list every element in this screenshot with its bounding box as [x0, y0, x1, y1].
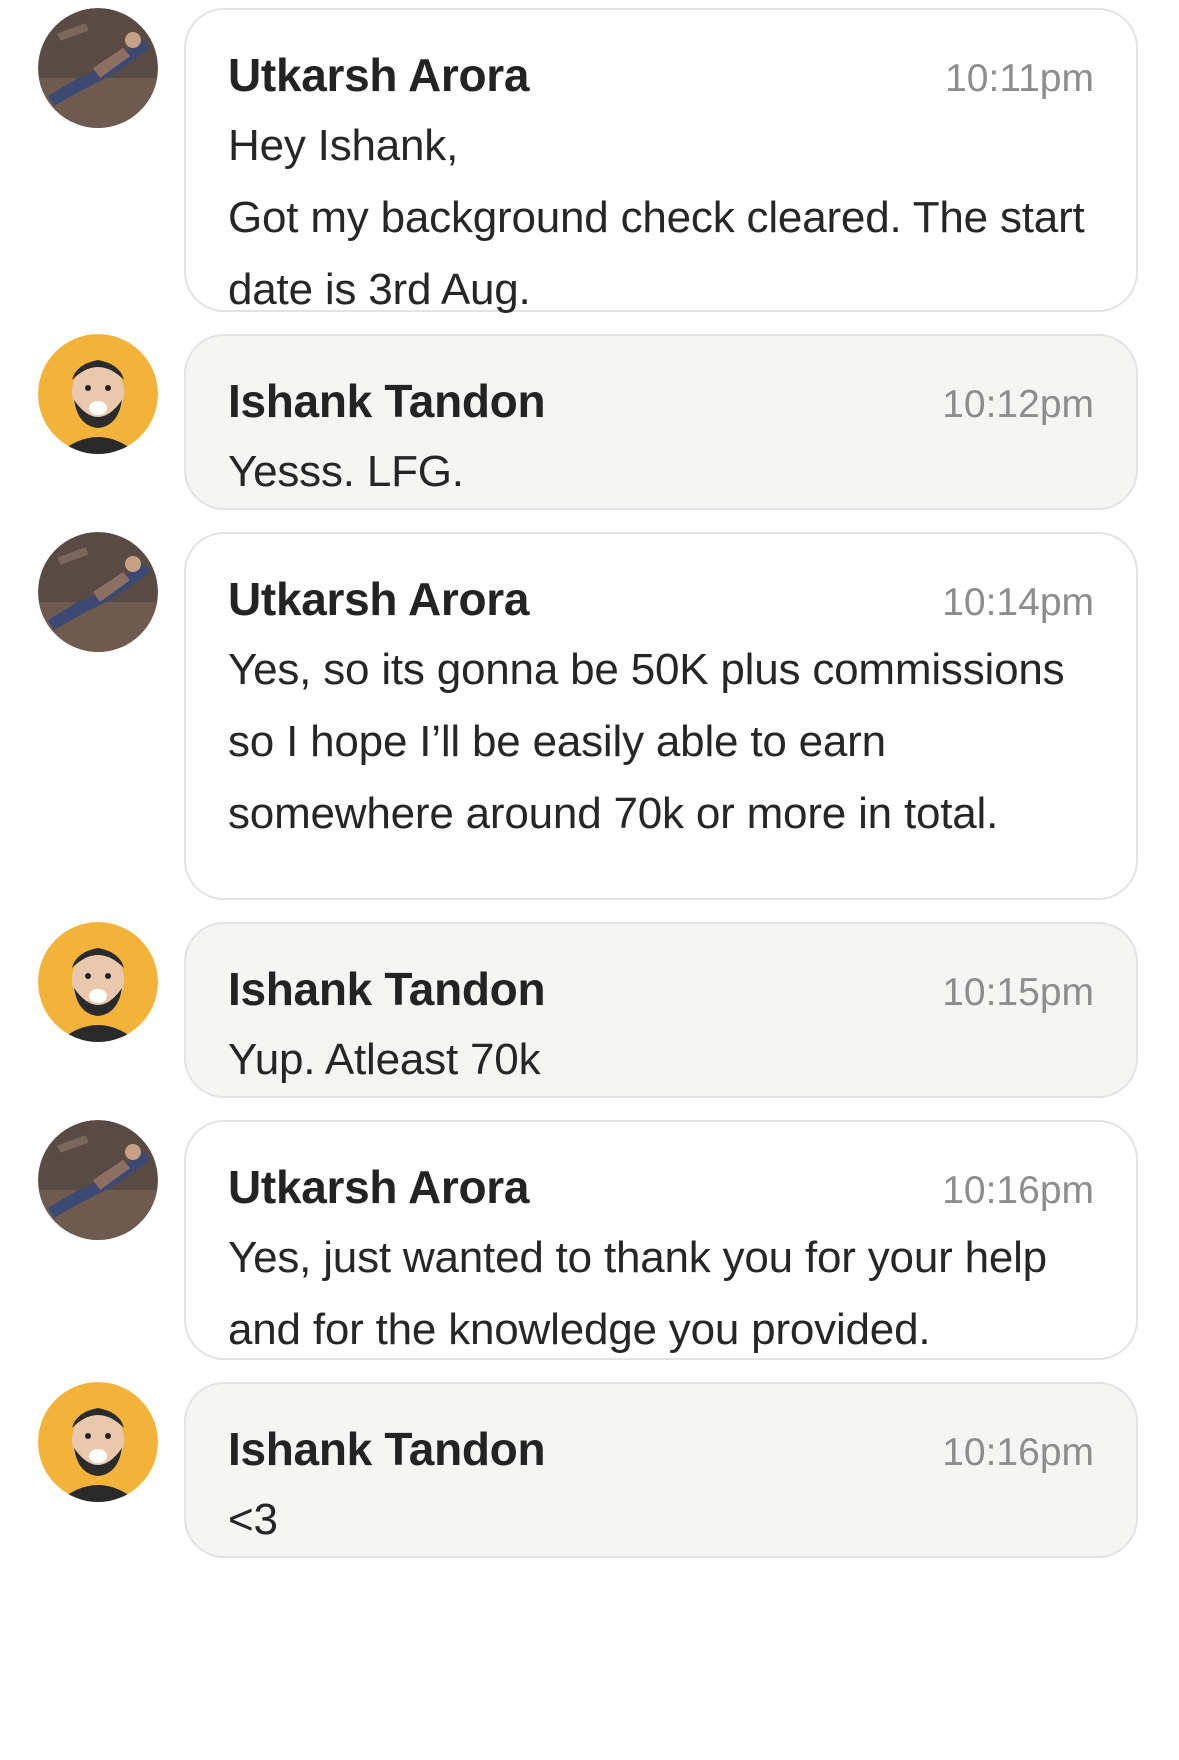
message-bubble: Utkarsh Arora 10:16pm Yes, just wanted t… — [184, 1120, 1138, 1360]
message-text: Yes, just wanted to thank you for your h… — [228, 1233, 1047, 1354]
message-line: Got my background check cleared. The sta… — [228, 193, 1085, 314]
message-bubble: Ishank Tandon 10:15pm Yup. Atleast 70k — [184, 922, 1138, 1098]
message-text: Yesss. LFG. — [228, 447, 464, 496]
smiling-face-avatar-icon — [38, 922, 158, 1042]
avatar-ishank[interactable] — [38, 1382, 158, 1502]
message-text: Yes, so its gonna be 50K plus commission… — [228, 645, 1065, 838]
message-timestamp: 10:16pm — [942, 1169, 1094, 1212]
photo-avatar-icon — [38, 1120, 158, 1240]
avatar-utkarsh[interactable] — [38, 8, 158, 128]
avatar-ishank[interactable] — [38, 922, 158, 1042]
sender-name: Ishank Tandon — [228, 963, 546, 1015]
avatar-utkarsh[interactable] — [38, 1120, 158, 1240]
sender-name: Utkarsh Arora — [228, 1161, 530, 1213]
message-timestamp: 10:15pm — [942, 971, 1094, 1014]
smiling-face-avatar-icon — [38, 1382, 158, 1502]
sender-name: Ishank Tandon — [228, 375, 546, 427]
avatar-utkarsh[interactable] — [38, 532, 158, 652]
message-bubble: Ishank Tandon 10:16pm <3 — [184, 1382, 1138, 1558]
sender-name: Utkarsh Arora — [228, 573, 530, 625]
sender-name: Utkarsh Arora — [228, 49, 530, 101]
sender-name: Ishank Tandon — [228, 1423, 546, 1475]
photo-avatar-icon — [38, 532, 158, 652]
message-line: Hey Ishank, — [228, 121, 459, 170]
avatar-ishank[interactable] — [38, 334, 158, 454]
message-bubble: Ishank Tandon 10:12pm Yesss. LFG. — [184, 334, 1138, 510]
message-timestamp: 10:16pm — [942, 1431, 1094, 1474]
message-timestamp: 10:14pm — [942, 581, 1094, 624]
message-text: Yup. Atleast 70k — [228, 1035, 541, 1084]
message-text: <3 — [228, 1495, 278, 1544]
message-text: Hey Ishank, Got my background check clea… — [228, 110, 1094, 326]
photo-avatar-icon — [38, 8, 158, 128]
message-timestamp: 10:11pm — [945, 57, 1094, 100]
smiling-face-avatar-icon — [38, 334, 158, 454]
message-bubble: Utkarsh Arora 10:14pm Yes, so its gonna … — [184, 532, 1138, 900]
message-bubble: Utkarsh Arora 10:11pm Hey Ishank, Got my… — [184, 8, 1138, 314]
message-timestamp: 10:12pm — [942, 383, 1094, 426]
